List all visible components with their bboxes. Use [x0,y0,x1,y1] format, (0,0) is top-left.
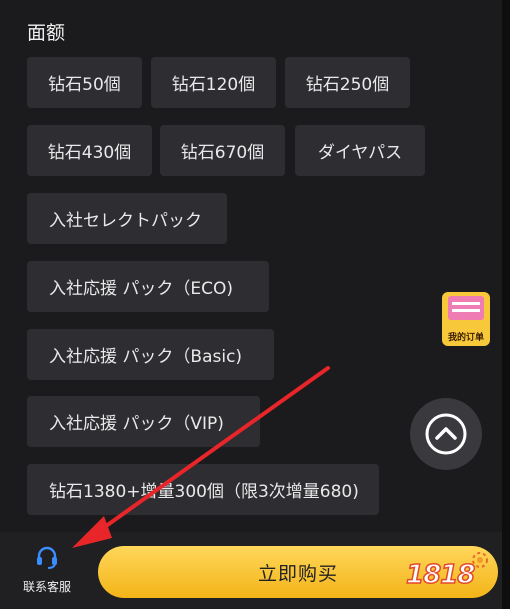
option-diamond-120[interactable]: 钻石120個 [151,57,276,108]
customer-service-label: 联系客服 [22,580,71,594]
option-diamond-50[interactable]: 钻石50個 [27,57,142,108]
scroll-top-button[interactable] [410,398,482,470]
option-diamond-250[interactable]: 钻石250個 [285,57,410,108]
option-diamond-pass[interactable]: ダイヤパス [295,125,425,176]
my-orders-button[interactable]: 我的订单 [442,292,490,346]
page: 面额 钻石50個 钻石120個 钻石250個 钻石430個 钻石670個 ダイヤ… [0,0,502,609]
option-diamond-670[interactable]: 钻石670個 [160,125,285,176]
chevron-up-icon [425,413,467,455]
headset-icon [37,546,57,569]
watermark-text: 1818 [405,559,476,591]
customer-service-button[interactable]: 联系客服 [14,544,80,600]
watermark-logo: 1818 [398,546,506,606]
scrollbar[interactable] [502,0,510,609]
option-diamond-430[interactable]: 钻石430個 [27,125,152,176]
option-select-pack[interactable]: 入社セレクトパック [27,193,227,244]
buy-now-label: 立即购买 [257,562,338,585]
order-icon [448,296,484,320]
option-support-basic[interactable]: 入社応援 パック（Basic) [27,329,274,380]
section-title: 面额 [27,22,66,44]
my-orders-label: 我的订单 [447,333,484,343]
option-support-eco[interactable]: 入社応援 パック（ECO) [27,261,269,312]
option-diamond-1380[interactable]: 钻石1380+增量300個（限3次增量680) [27,464,379,515]
option-support-vip[interactable]: 入社応援 パック（VIP) [27,396,260,447]
